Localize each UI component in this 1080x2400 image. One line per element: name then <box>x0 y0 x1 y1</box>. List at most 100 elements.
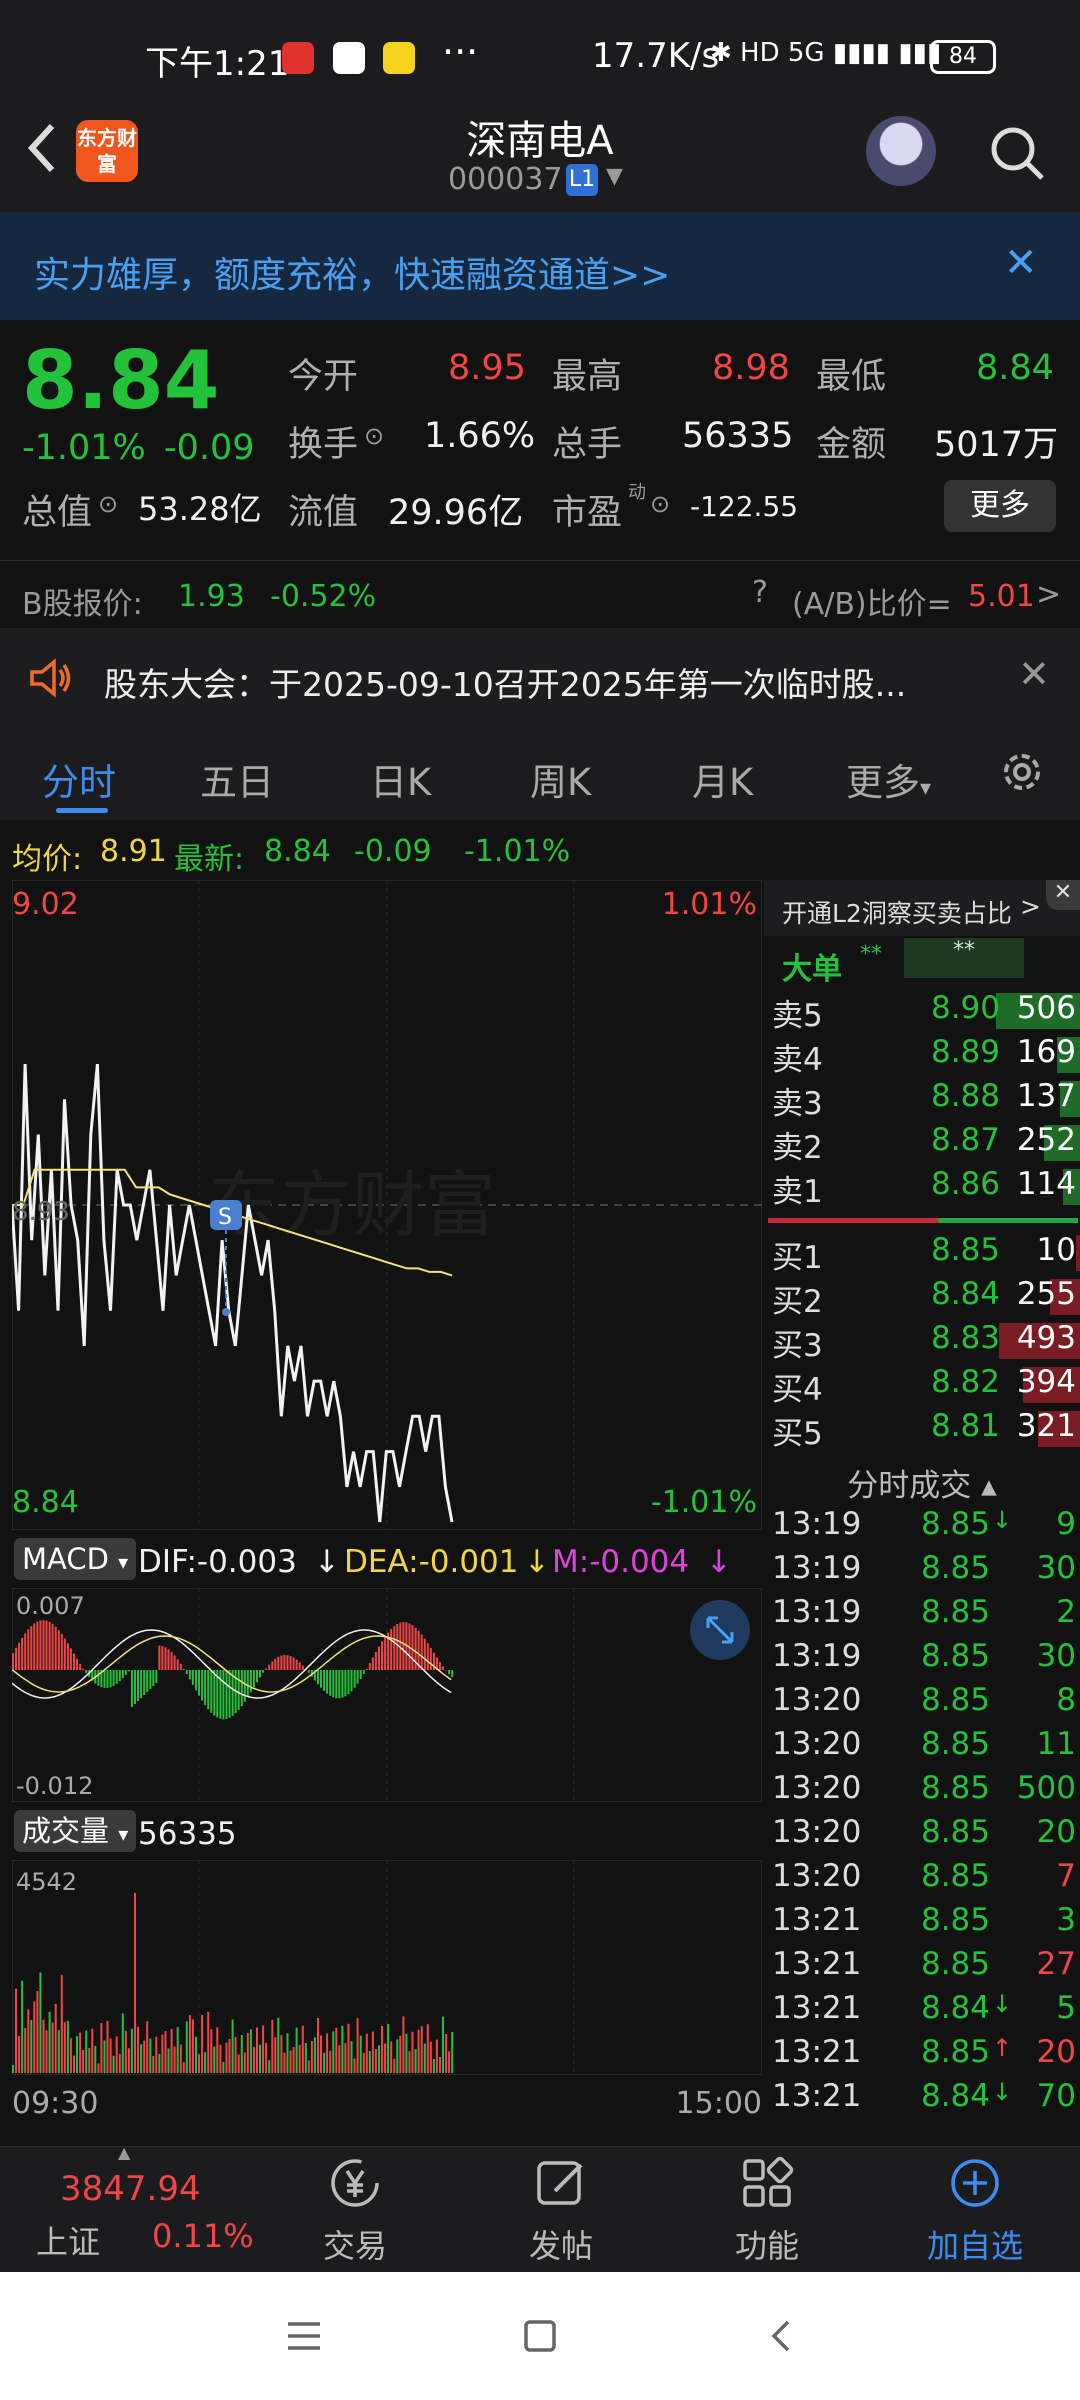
volume-bar <box>146 2021 149 2073</box>
bid-row[interactable]: 买1 8.85 10 <box>764 1232 1080 1276</box>
volume-total: 56335 <box>138 1816 237 1852</box>
macd-bar <box>280 1655 283 1670</box>
status-bar: 下午1:21 ··· 17.7K/s ✱ HD 5G ▮▮▮▮ ▮▮▮ 84 <box>0 0 1080 100</box>
chevron-down-icon: ▾ <box>118 1550 129 1574</box>
tick-time: 13:20 <box>772 1770 862 1806</box>
volume-bar <box>243 2052 246 2073</box>
home-icon[interactable] <box>522 2318 558 2354</box>
volume-bar <box>262 2025 265 2073</box>
volume-bar <box>280 2035 283 2073</box>
tick-volume: 20 <box>1036 2034 1076 2070</box>
notice-text[interactable]: 股东大会：于2025-09-10召开2025年第一次临时股... <box>104 658 906 706</box>
close-icon[interactable]: ✕ <box>1004 240 1038 286</box>
macd-bar <box>350 1670 353 1692</box>
macd-bar <box>76 1658 78 1670</box>
nav-add-watchlist[interactable]: 加自选 <box>900 2155 1050 2267</box>
banner-text[interactable]: 实力雄厚，额度充裕，快速融资通道>> <box>34 246 670 298</box>
info-icon[interactable]: ⊙ <box>98 490 118 518</box>
intraday-chart[interactable]: 东方财富 S 9.02 8.84 8.93 1.01% -1.01% <box>10 879 763 1531</box>
level-badge[interactable]: L1 <box>566 164 598 196</box>
volume-bar <box>374 2049 377 2073</box>
macd-bar <box>338 1670 341 1699</box>
bid-row[interactable]: 买5 8.81 321 <box>764 1408 1080 1452</box>
macd-chart[interactable]: 0.007 -0.012 <box>11 1587 763 1803</box>
macd-bar <box>256 1670 258 1683</box>
macd-bar <box>82 1668 85 1670</box>
notice-bar[interactable]: 股东大会：于2025-09-10召开2025年第一次临时股... ✕ <box>0 628 1080 728</box>
macd-svg[interactable]: 0.007 -0.012 <box>11 1587 763 1803</box>
bid-volume: 493 <box>1016 1320 1076 1356</box>
close-icon[interactable]: ✕ <box>1046 880 1080 910</box>
volume-value: 56335 <box>682 416 794 456</box>
tick-time: 13:19 <box>772 1550 862 1586</box>
nav-functions[interactable]: 功能 <box>692 2155 842 2267</box>
l2-promo-text[interactable]: 开通L2洞察买卖占比 <box>782 894 1012 930</box>
macd-bar <box>326 1670 329 1694</box>
volume-bar <box>42 2019 45 2073</box>
ask-row[interactable]: 卖4 8.89 169 <box>764 1034 1080 1078</box>
info-icon[interactable]: ⊙ <box>650 490 670 518</box>
tab-more[interactable]: 更多▾ <box>846 752 931 806</box>
volume-selector[interactable]: 成交量 ▾ <box>14 1810 137 1852</box>
tab-daily-k[interactable]: 日K <box>370 752 431 806</box>
more-button[interactable]: 更多 <box>944 480 1056 532</box>
ask-row[interactable]: 卖1 8.86 114 <box>764 1166 1080 1210</box>
volume-label: 成交量 <box>22 1814 110 1848</box>
macd-bar <box>36 1621 39 1670</box>
macd-bar <box>445 1670 448 1671</box>
volume-bar <box>326 2033 329 2073</box>
bid-price: 8.82 <box>930 1364 1000 1400</box>
chevron-right-icon[interactable]: > <box>1036 577 1061 612</box>
l2-promo[interactable]: 开通L2洞察买卖占比 > ✕ <box>764 880 1080 936</box>
macd-bar <box>323 1670 326 1691</box>
macd-bar <box>283 1654 286 1670</box>
financing-banner[interactable]: 实力雄厚，额度充裕，快速融资通道>> ✕ <box>0 212 1080 320</box>
intraday-svg[interactable]: 东方财富 S 9.02 8.84 8.93 1.01% -1.01% <box>10 879 763 1531</box>
nav-trade[interactable]: 交易 <box>280 2155 430 2267</box>
back-icon[interactable] <box>764 2318 800 2354</box>
b-share-row[interactable]: B股报价: 1.93 -0.52% ? (A/B)比价= 5.01 > <box>0 560 1080 628</box>
tab-weekly-k[interactable]: 周K <box>530 752 591 806</box>
gear-icon[interactable] <box>996 746 1048 798</box>
bid-row[interactable]: 买4 8.82 394 <box>764 1364 1080 1408</box>
ticks-header[interactable]: 分时成交 ▴ <box>764 1460 1080 1504</box>
ask-row[interactable]: 卖3 8.88 137 <box>764 1078 1080 1122</box>
tab-intraday[interactable]: 分时 <box>42 752 116 806</box>
ask-label: 卖2 <box>772 1130 823 1166</box>
bid-row[interactable]: 买3 8.83 493 <box>764 1320 1080 1364</box>
tab-five-day[interactable]: 五日 <box>200 752 274 806</box>
macd-bar <box>63 1638 66 1670</box>
macd-selector[interactable]: MACD ▾ <box>14 1538 137 1580</box>
info-icon[interactable]: ⊙ <box>364 422 384 450</box>
yen-cycle-icon <box>331 2159 379 2207</box>
volume-svg[interactable]: 4542 <box>11 1859 763 2076</box>
volume-bar <box>30 2020 33 2073</box>
bid-volume: 255 <box>1016 1276 1076 1312</box>
volume-bar <box>320 2035 322 2073</box>
volume-bar <box>283 2052 286 2073</box>
index-ticker[interactable]: ▲ 3847.94 上证 0.11% <box>0 2143 254 2273</box>
menu-icon[interactable] <box>286 2318 322 2354</box>
robot-avatar-icon[interactable] <box>866 116 936 186</box>
volume-bar <box>170 2029 173 2073</box>
help-icon[interactable]: ? <box>752 575 768 610</box>
volume-bar <box>85 2030 88 2073</box>
macd-bar <box>170 1652 173 1670</box>
macd-bar <box>246 1670 249 1698</box>
bid-row[interactable]: 买2 8.84 255 <box>764 1276 1080 1320</box>
volume-chart[interactable]: 4542 <box>11 1859 763 2076</box>
macd-bar <box>289 1656 292 1670</box>
chevron-down-icon[interactable]: ▼ <box>606 164 623 189</box>
macd-bar <box>292 1657 295 1670</box>
order-book[interactable]: 开通L2洞察买卖占比 > ✕ 大单 ** ** 卖5 8.90 506 卖4 8.89 1… <box>764 880 1080 2130</box>
ask-row[interactable]: 卖5 8.90 506 <box>764 990 1080 1034</box>
ask-row[interactable]: 卖2 8.87 252 <box>764 1122 1080 1166</box>
search-icon[interactable] <box>988 124 1046 182</box>
macd-bar <box>18 1642 21 1670</box>
nav-post[interactable]: 发帖 <box>486 2155 636 2267</box>
chevron-right-icon[interactable]: > <box>1020 892 1041 921</box>
tick-time: 13:19 <box>772 1638 862 1674</box>
volume-bar <box>317 2018 319 2073</box>
close-icon[interactable]: ✕ <box>1018 652 1050 696</box>
tab-monthly-k[interactable]: 月K <box>692 752 753 806</box>
